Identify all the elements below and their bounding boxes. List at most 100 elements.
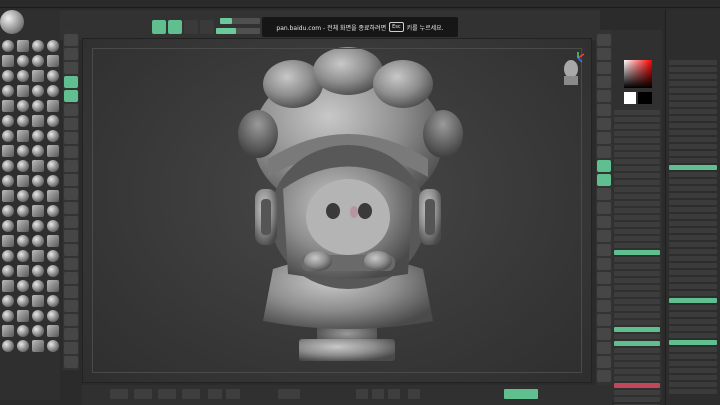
- right-toolbar-button[interactable]: [597, 230, 611, 242]
- brush-thumbnail[interactable]: [32, 55, 44, 67]
- brush-thumbnail[interactable]: [17, 160, 29, 172]
- tray-row[interactable]: [669, 67, 717, 72]
- brush-thumbnail[interactable]: [2, 220, 14, 232]
- brush-thumbnail[interactable]: [47, 235, 59, 247]
- brush-thumbnail[interactable]: [47, 175, 59, 187]
- tray-row[interactable]: [669, 242, 717, 247]
- left-toolbar-button[interactable]: [64, 76, 78, 88]
- bottom-shelf-button[interactable]: [388, 389, 400, 399]
- brush-thumbnail[interactable]: [2, 85, 14, 97]
- panel-row[interactable]: [614, 236, 660, 241]
- bottom-shelf-button[interactable]: [134, 389, 152, 399]
- panel-row[interactable]: [614, 166, 660, 171]
- brush-thumbnail[interactable]: [32, 295, 44, 307]
- brush-thumbnail[interactable]: [47, 85, 59, 97]
- brush-thumbnail[interactable]: [17, 130, 29, 142]
- brush-thumbnail[interactable]: [32, 115, 44, 127]
- left-toolbar-button[interactable]: [64, 90, 78, 102]
- panel-row[interactable]: [614, 145, 660, 150]
- tray-row[interactable]: [669, 256, 717, 261]
- bottom-shelf-button[interactable]: [278, 389, 300, 399]
- brush-thumbnail[interactable]: [47, 160, 59, 172]
- panel-row[interactable]: [614, 348, 660, 353]
- draw-mode-button[interactable]: [168, 20, 182, 34]
- right-toolbar-button[interactable]: [597, 104, 611, 116]
- scale-mode-button[interactable]: [200, 20, 214, 34]
- tray-row[interactable]: [669, 193, 717, 198]
- left-toolbar-button[interactable]: [64, 174, 78, 186]
- panel-row[interactable]: [614, 138, 660, 143]
- left-toolbar-button[interactable]: [64, 160, 78, 172]
- tray-row[interactable]: [669, 81, 717, 86]
- tray-row[interactable]: [669, 270, 717, 275]
- brush-thumbnail[interactable]: [47, 190, 59, 202]
- left-toolbar-button[interactable]: [64, 342, 78, 354]
- right-toolbar-button[interactable]: [597, 90, 611, 102]
- panel-row[interactable]: [614, 215, 660, 220]
- brush-thumbnail[interactable]: [47, 205, 59, 217]
- right-toolbar-button[interactable]: [597, 314, 611, 326]
- brush-thumbnail[interactable]: [47, 250, 59, 262]
- panel-row[interactable]: [614, 320, 660, 325]
- brush-thumbnail[interactable]: [2, 235, 14, 247]
- panel-row[interactable]: [614, 250, 660, 255]
- tray-row[interactable]: [669, 88, 717, 93]
- panel-row[interactable]: [614, 131, 660, 136]
- brush-thumbnail[interactable]: [47, 295, 59, 307]
- bottom-shelf-button[interactable]: [158, 389, 176, 399]
- brush-thumbnail[interactable]: [32, 40, 44, 52]
- brush-thumbnail[interactable]: [17, 145, 29, 157]
- right-toolbar-button[interactable]: [597, 118, 611, 130]
- tray-row[interactable]: [669, 144, 717, 149]
- brush-thumbnail[interactable]: [2, 310, 14, 322]
- right-toolbar-button[interactable]: [597, 48, 611, 60]
- tray-row[interactable]: [669, 95, 717, 100]
- tray-row[interactable]: [669, 312, 717, 317]
- brush-thumbnail[interactable]: [47, 265, 59, 277]
- brush-thumbnail[interactable]: [2, 70, 14, 82]
- bottom-shelf-button[interactable]: [408, 389, 420, 399]
- right-toolbar-button[interactable]: [597, 160, 611, 172]
- move-mode-button[interactable]: [184, 20, 198, 34]
- tray-row[interactable]: [669, 375, 717, 380]
- left-toolbar-button[interactable]: [64, 314, 78, 326]
- draw-size-slider[interactable]: [216, 28, 260, 34]
- right-toolbar-button[interactable]: [597, 342, 611, 354]
- tray-row[interactable]: [669, 109, 717, 114]
- tray-row[interactable]: [669, 347, 717, 352]
- brush-thumbnail[interactable]: [17, 40, 29, 52]
- brush-thumbnail[interactable]: [32, 280, 44, 292]
- tray-row[interactable]: [669, 326, 717, 331]
- brush-thumbnail[interactable]: [47, 340, 59, 352]
- left-toolbar-button[interactable]: [64, 300, 78, 312]
- brush-thumbnail[interactable]: [2, 175, 14, 187]
- brush-thumbnail[interactable]: [47, 40, 59, 52]
- bottom-shelf-button[interactable]: [226, 389, 240, 399]
- panel-row[interactable]: [614, 110, 660, 115]
- brush-thumbnail[interactable]: [47, 325, 59, 337]
- brush-thumbnail[interactable]: [32, 100, 44, 112]
- brush-thumbnail[interactable]: [47, 55, 59, 67]
- panel-row[interactable]: [614, 229, 660, 234]
- panel-row[interactable]: [614, 187, 660, 192]
- tray-row[interactable]: [669, 249, 717, 254]
- tray-row[interactable]: [669, 361, 717, 366]
- brush-thumbnail[interactable]: [2, 55, 14, 67]
- secondary-color-swatch[interactable]: [638, 92, 652, 104]
- left-toolbar-button[interactable]: [64, 34, 78, 46]
- panel-row[interactable]: [614, 362, 660, 367]
- panel-row[interactable]: [614, 341, 660, 346]
- brush-thumbnail[interactable]: [2, 325, 14, 337]
- brush-thumbnail[interactable]: [2, 340, 14, 352]
- panel-row[interactable]: [614, 257, 660, 262]
- left-toolbar-button[interactable]: [64, 286, 78, 298]
- panel-row[interactable]: [614, 208, 660, 213]
- brush-thumbnail[interactable]: [17, 100, 29, 112]
- tray-row[interactable]: [669, 102, 717, 107]
- brush-thumbnail[interactable]: [32, 190, 44, 202]
- left-toolbar-button[interactable]: [64, 118, 78, 130]
- bottom-shelf-button[interactable]: [110, 389, 128, 399]
- brush-thumbnail[interactable]: [47, 310, 59, 322]
- bottom-shelf-button[interactable]: [504, 389, 538, 399]
- right-toolbar-button[interactable]: [597, 62, 611, 74]
